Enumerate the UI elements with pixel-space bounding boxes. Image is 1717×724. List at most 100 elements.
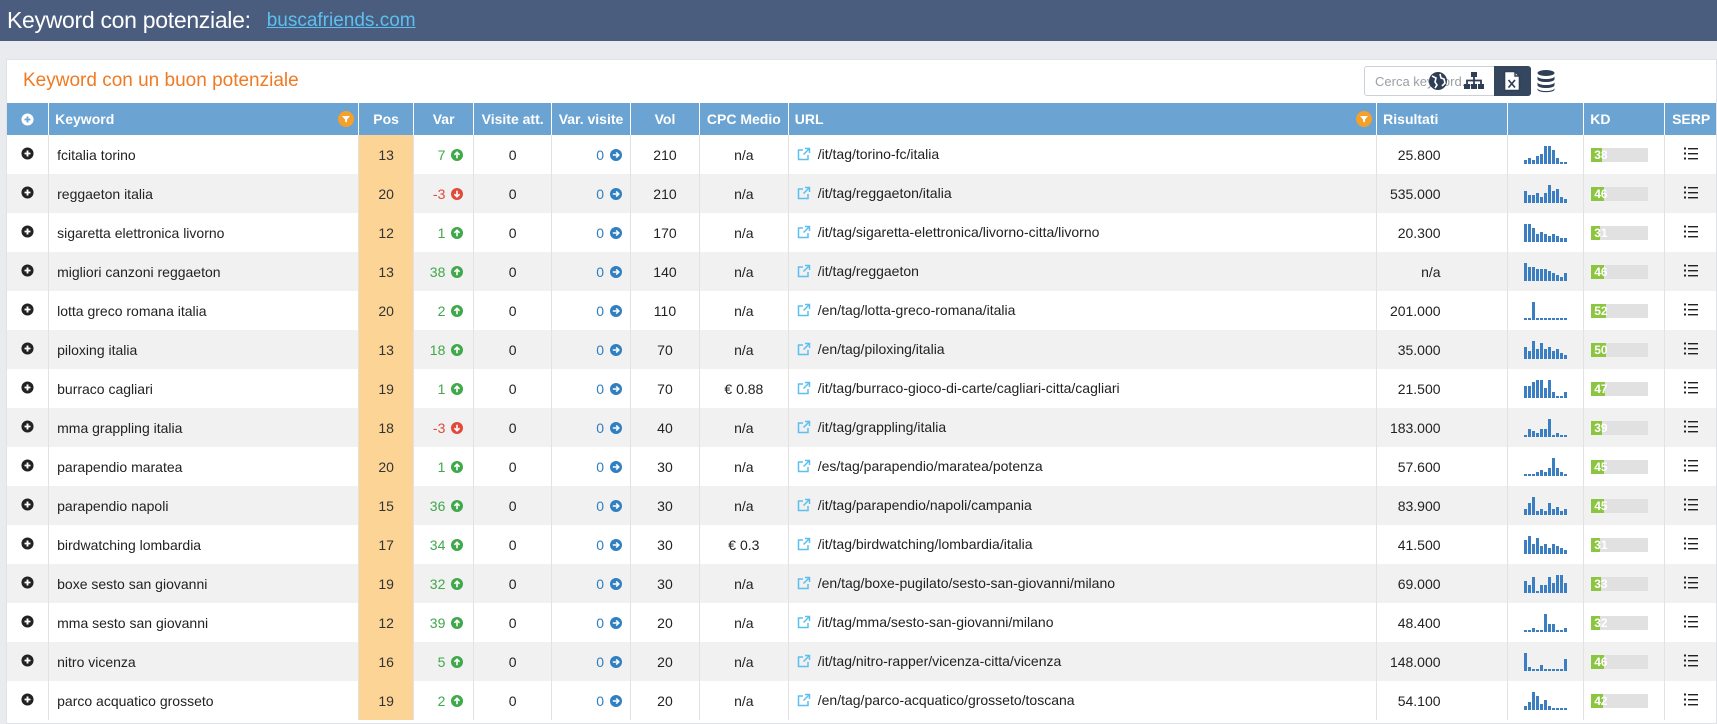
serp-button[interactable] (1664, 330, 1716, 369)
expand-row-button[interactable] (7, 135, 50, 174)
expand-row-button[interactable] (7, 174, 50, 213)
external-link-icon[interactable] (797, 420, 811, 437)
globe-button[interactable] (1425, 68, 1451, 94)
excel-button[interactable] (1499, 68, 1525, 94)
serp-button[interactable] (1664, 447, 1716, 486)
url-link[interactable]: /it/tag/mma/sesto-san-giovanni/milano (818, 614, 1054, 630)
expand-row-button[interactable] (7, 681, 50, 720)
url-link[interactable]: /it/tag/torino-fc/italia (818, 146, 939, 162)
url-link[interactable]: /it/tag/grappling/italia (818, 419, 946, 435)
external-link-icon[interactable] (797, 576, 811, 593)
expand-row-button[interactable] (7, 447, 50, 486)
trend-bar (1523, 434, 1527, 437)
col-visits[interactable]: Visite att. (473, 103, 553, 135)
serp-button[interactable] (1664, 213, 1716, 252)
col-results[interactable]: Risultati (1376, 103, 1508, 135)
external-link-icon[interactable] (797, 186, 811, 203)
expand-row-button[interactable] (7, 252, 50, 291)
serp-button[interactable] (1664, 486, 1716, 525)
external-link-icon[interactable] (797, 381, 811, 398)
trend-bar (1559, 471, 1563, 476)
trend-bar (1539, 379, 1543, 398)
external-link-icon[interactable] (797, 693, 811, 710)
expand-row-button[interactable] (7, 408, 50, 447)
external-link-icon[interactable] (797, 459, 811, 476)
col-keyword[interactable]: Keyword (48, 103, 360, 135)
col-var-visits[interactable]: Var. visite (551, 103, 631, 135)
visits-cell: 0 (473, 486, 553, 525)
serp-button[interactable] (1664, 408, 1716, 447)
url-link[interactable]: /it/tag/parapendio/napoli/campania (818, 497, 1032, 513)
plus-circle-icon (21, 185, 34, 202)
col-kd[interactable]: KD (1583, 103, 1666, 135)
serp-button[interactable] (1664, 603, 1716, 642)
col-url[interactable]: URL (788, 103, 1378, 135)
external-link-icon[interactable] (797, 342, 811, 359)
external-link-icon[interactable] (797, 498, 811, 515)
external-link-icon[interactable] (797, 147, 811, 164)
kd-bar: 32 (1591, 615, 1649, 630)
serp-button[interactable] (1664, 135, 1716, 174)
url-link[interactable]: /en/tag/piloxing/italia (818, 341, 945, 357)
col-vol[interactable]: Vol (630, 103, 700, 135)
filter-icon[interactable] (1356, 111, 1373, 127)
expand-row-button[interactable] (7, 642, 50, 681)
serp-button[interactable] (1664, 642, 1716, 681)
expand-row-button[interactable] (7, 213, 50, 252)
var-visits-cell: 0 (551, 681, 631, 720)
expand-row-button[interactable] (7, 525, 50, 564)
url-link[interactable]: /en/tag/boxe-pugilato/sesto-san-giovanni… (818, 575, 1115, 591)
external-link-icon[interactable] (797, 537, 811, 554)
database-button[interactable] (1533, 68, 1559, 94)
results-cell: 183.000 (1376, 408, 1508, 447)
col-pos[interactable]: Pos (358, 103, 414, 135)
trend-bar (1531, 691, 1535, 710)
expand-row-button[interactable] (7, 564, 50, 603)
expand-all-header[interactable] (7, 103, 50, 135)
url-link[interactable]: /it/tag/birdwatching/lombardia/italia (818, 536, 1033, 552)
serp-button[interactable] (1664, 681, 1716, 720)
sitemap-button[interactable] (1461, 68, 1487, 94)
url-link[interactable]: /en/tag/lotta-greco-romana/italia (818, 302, 1016, 318)
url-link[interactable]: /it/tag/reggaeton/italia (818, 185, 952, 201)
expand-row-button[interactable] (7, 369, 50, 408)
expand-row-button[interactable] (7, 486, 50, 525)
filter-icon[interactable] (338, 111, 355, 127)
trend-bar (1559, 668, 1563, 671)
external-link-icon[interactable] (797, 264, 811, 281)
keyword-panel: Keyword con un buon potenziale Keywor (6, 59, 1717, 724)
col-var[interactable]: Var (413, 103, 475, 135)
col-cpc[interactable]: CPC Medio (699, 103, 789, 135)
trend-bar (1543, 233, 1547, 242)
url-link[interactable]: /it/tag/burraco-gioco-di-carte/cagliari-… (818, 380, 1120, 396)
serp-button[interactable] (1664, 369, 1716, 408)
external-link-icon[interactable] (797, 654, 811, 671)
trend-bar (1539, 469, 1543, 476)
expand-row-button[interactable] (7, 291, 50, 330)
external-link-icon[interactable] (797, 615, 811, 632)
url-link[interactable]: /en/tag/parco-acquatico/grosseto/toscana (818, 692, 1075, 708)
url-link[interactable]: /it/tag/reggaeton (818, 263, 919, 279)
var-value: 2 (437, 692, 446, 709)
serp-button[interactable] (1664, 525, 1716, 564)
external-link-icon[interactable] (797, 303, 811, 320)
expand-row-button[interactable] (7, 603, 50, 642)
domain-link[interactable]: buscafriends.com (267, 10, 416, 32)
url-link[interactable]: /it/tag/nitro-rapper/vicenza-citta/vicen… (818, 653, 1062, 669)
keyword-cell: nitro vicenza (48, 642, 360, 681)
list-icon (1684, 225, 1699, 241)
url-link[interactable]: /it/tag/sigaretta-elettronica/livorno-ci… (818, 224, 1100, 240)
trend-bar (1547, 346, 1551, 359)
serp-button[interactable] (1664, 252, 1716, 291)
var-visits-value: 0 (596, 497, 605, 514)
serp-button[interactable] (1664, 291, 1716, 330)
external-link-icon[interactable] (797, 225, 811, 242)
cpc-cell: € 0.3 (699, 525, 789, 564)
serp-button[interactable] (1664, 564, 1716, 603)
cpc-cell: n/a (699, 447, 789, 486)
expand-row-button[interactable] (7, 330, 50, 369)
serp-button[interactable] (1664, 174, 1716, 213)
url-link[interactable]: /es/tag/parapendio/maratea/potenza (818, 458, 1043, 474)
kd-cell: 46 (1583, 642, 1666, 681)
url-cell: /it/tag/reggaeton (788, 252, 1378, 291)
